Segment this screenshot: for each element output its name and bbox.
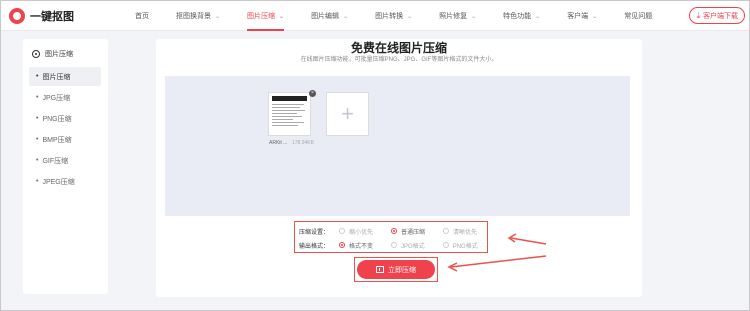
annotation-arrow	[450, 255, 547, 268]
annotation-arrow	[510, 237, 547, 245]
annotation-arrows	[447, 233, 547, 272]
page: 一键抠图 首页 抠图换背景 ⌄ 图片压缩 ⌄ 图片编辑 ⌄ 图片转换 ⌄ 照片修复 ⌄ 特…	[0, 0, 750, 311]
